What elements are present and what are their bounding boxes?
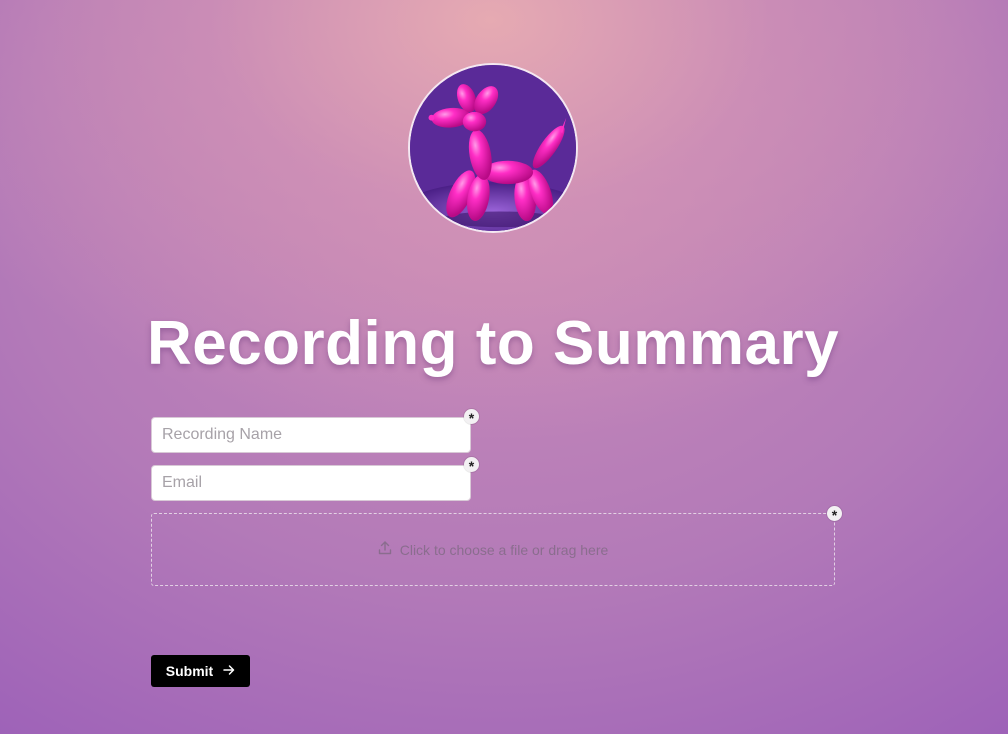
- page-title: Recording to Summary: [146, 309, 840, 378]
- email-input[interactable]: [151, 465, 471, 501]
- avatar: [408, 63, 578, 233]
- required-indicator: *: [464, 457, 479, 474]
- dropzone-label: Click to choose a file or drag here: [399, 542, 609, 558]
- submit-label: Submit: [165, 663, 214, 679]
- required-indicator: *: [464, 409, 479, 426]
- balloon-dog-image: [410, 65, 576, 231]
- recording-name-field-wrapper: *: [151, 409, 479, 453]
- recording-name-input[interactable]: [151, 417, 471, 453]
- submit-button[interactable]: Submit: [151, 655, 250, 687]
- required-indicator: *: [827, 506, 842, 523]
- email-field-wrapper: *: [151, 457, 479, 501]
- file-upload-dropzone[interactable]: * Click to choose a file or drag here: [151, 506, 842, 586]
- upload-icon: [378, 541, 392, 558]
- dropzone-content: Click to choose a file or drag here: [152, 541, 834, 558]
- arrow-right-icon: [223, 663, 235, 679]
